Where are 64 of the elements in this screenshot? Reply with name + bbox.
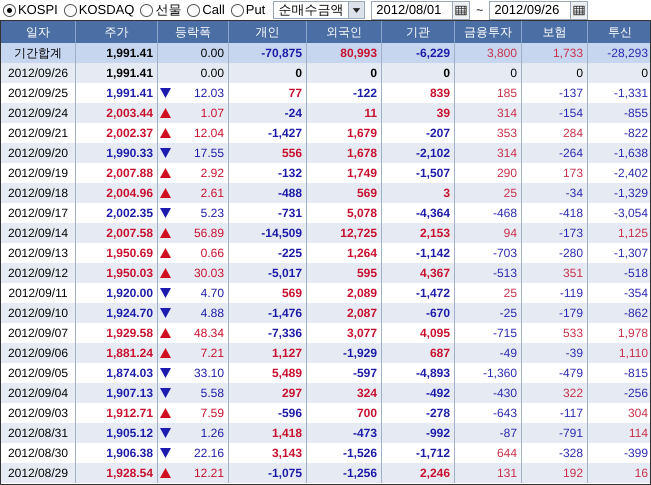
- market-radio[interactable]: 선물: [140, 0, 182, 20]
- market-radio[interactable]: Put: [230, 0, 266, 20]
- market-radio[interactable]: KOSDAQ: [64, 0, 134, 20]
- value-cell-text: 1,110: [618, 345, 649, 362]
- caret-icon: [348, 2, 364, 18]
- change-cell-text: 7.59: [200, 405, 224, 422]
- value-cell-text: -1,638: [612, 145, 649, 162]
- metric-dropdown[interactable]: 순매수금액: [273, 1, 366, 19]
- change-cell-text: 56.89: [194, 225, 224, 242]
- value-cell: -1,075: [229, 463, 307, 483]
- change-cell-text: 12.03: [194, 85, 224, 102]
- value-cell-text: 16: [634, 465, 649, 482]
- change-cell-text: 30.03: [194, 265, 224, 282]
- value-cell-text: -2,402: [612, 165, 649, 182]
- change-cell-text: 4.70: [200, 285, 224, 302]
- end-date-field[interactable]: 2012/09/26: [489, 0, 588, 20]
- change-cell-text: 0.66: [200, 245, 224, 262]
- change-cell-text: 5.58: [200, 385, 224, 402]
- value-cell-text: -862: [622, 305, 649, 322]
- change-cell-text: 12.04: [194, 125, 224, 142]
- change-cell-text: 17.55: [194, 145, 224, 162]
- value-cell: 2,246: [382, 463, 455, 483]
- value-cell-text: -256: [622, 385, 649, 402]
- value-cell-text: 0: [640, 65, 649, 82]
- range-separator: ~: [476, 2, 484, 19]
- market-radio[interactable]: KOSPI: [3, 0, 58, 20]
- change-cell-text: 1.26: [200, 425, 224, 442]
- value-cell: -1,256: [307, 463, 382, 483]
- column-header: 투신: [607, 24, 633, 41]
- change-cell-text: 12.21: [194, 465, 224, 482]
- value-cell-text: -815: [622, 365, 649, 382]
- change-cell-text: 7.21: [200, 345, 224, 362]
- value-cell-text: -354: [622, 285, 649, 302]
- change-cell-text: 0.00: [200, 45, 224, 62]
- calendar-icon[interactable]: [452, 2, 470, 18]
- calendar-icon[interactable]: [570, 2, 588, 18]
- value-cell-text: -855: [622, 105, 649, 122]
- value-cell: 192: [522, 463, 588, 483]
- value-cell-text: -1,329: [612, 185, 649, 202]
- value-cell-text: -1,307: [612, 245, 649, 262]
- value-cell-text: -1,331: [612, 85, 649, 102]
- value-cell-text: 114: [628, 425, 649, 442]
- value-cell-text: -399: [622, 445, 649, 462]
- change-cell-text: 2.61: [200, 185, 224, 202]
- value-cell-text: 1,125: [616, 225, 649, 242]
- change-cell-text: 1.07: [200, 105, 224, 122]
- value-cell-text: -518: [622, 265, 649, 282]
- value-cell-text: 1,978: [616, 325, 649, 342]
- change-cell-text: 4.88: [200, 305, 224, 322]
- value-cell-text: -28,293: [606, 45, 649, 62]
- value-cell-text: -3,054: [612, 205, 649, 222]
- date-cell: 2012/08/29: [1, 463, 76, 483]
- value-cell: 131: [455, 463, 522, 483]
- change-cell-text: 5.23: [200, 205, 224, 222]
- start-date-field[interactable]: 2012/08/01: [371, 0, 470, 20]
- price-cell: 1,928.54: [76, 463, 158, 483]
- value-cell-text: 304: [626, 405, 649, 422]
- change-cell-text: 22.16: [194, 445, 224, 462]
- change-cell-text: 2.92: [200, 165, 224, 182]
- change-cell-text: 48.34: [194, 325, 224, 342]
- market-radio[interactable]: Call: [187, 0, 225, 20]
- change-cell-text: 33.10: [194, 365, 224, 382]
- change-cell-text: 0.00: [200, 65, 224, 82]
- value-cell-text: -822: [622, 125, 649, 142]
